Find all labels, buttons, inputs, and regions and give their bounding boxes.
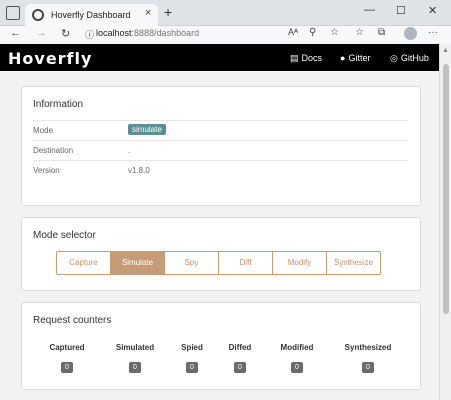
scrollbar-thumb[interactable] <box>443 64 449 314</box>
chat-icon: ● <box>340 53 346 63</box>
mode-spy-button[interactable]: Spy <box>164 251 219 275</box>
nav-gitter-label: Gitter <box>348 53 371 63</box>
counter-value: 0 <box>291 362 303 373</box>
app-header: Hoverfly ▤ Docs ● Gitter ◎ GitHub <box>0 44 439 71</box>
request-counters-title: Request counters <box>33 315 112 326</box>
counter-value: 0 <box>186 362 198 373</box>
hoverfly-logo[interactable]: Hoverfly <box>8 49 92 68</box>
nav-gitter-link[interactable]: ● Gitter <box>340 53 370 63</box>
new-tab-icon[interactable]: + <box>164 4 172 20</box>
dashboard-content: Information Mode simulate Destination . … <box>0 71 439 400</box>
counter-modified: Modified 0 <box>275 343 319 373</box>
mode-capture-button[interactable]: Capture <box>56 251 111 275</box>
mode-button-group: Capture Simulate Spy Diff Modify Synthes… <box>56 251 381 275</box>
tab-title: Hoverfly Dashboard <box>51 10 131 20</box>
maximize-icon[interactable]: ☐ <box>396 4 406 17</box>
reload-icon[interactable]: ↻ <box>61 27 70 40</box>
mode-diff-button[interactable]: Diff <box>218 251 273 275</box>
counter-value: 0 <box>234 362 246 373</box>
github-icon: ◎ <box>390 53 398 63</box>
counter-label: Synthesized <box>344 343 392 352</box>
mode-badge: simulate <box>128 124 166 135</box>
zoom-icon[interactable]: ⚲ <box>309 27 316 38</box>
forward-icon[interactable]: → <box>36 27 47 39</box>
more-menu-icon[interactable]: ··· <box>428 27 438 38</box>
url-field[interactable]: localhost:8888/dashboard <box>96 28 199 38</box>
nav-github-label: GitHub <box>400 53 429 63</box>
counter-label: Diffed <box>228 343 252 352</box>
info-value: v1.8.0 <box>128 166 150 175</box>
minimize-icon[interactable]: — <box>364 4 375 16</box>
browser-titlebar: Hoverfly Dashboard × + — ☐ ✕ <box>0 0 451 26</box>
scroll-up-icon[interactable]: ▲ <box>442 47 449 54</box>
mode-selector-card: Mode selector Capture Simulate Spy Diff … <box>21 217 421 291</box>
info-label: Version <box>33 166 60 175</box>
counter-synthesized: Synthesized 0 <box>340 343 396 373</box>
page-scrollbar[interactable]: ▲ <box>439 44 451 400</box>
mode-modify-button[interactable]: Modify <box>272 251 327 275</box>
info-row-mode: Mode simulate <box>33 120 408 140</box>
information-title: Information <box>33 99 84 110</box>
counter-captured: Captured 0 <box>46 343 88 373</box>
counter-value: 0 <box>362 362 374 373</box>
nav-github-link[interactable]: ◎ GitHub <box>390 53 429 64</box>
mode-selector-title: Mode selector <box>33 230 96 241</box>
counter-label: Modified <box>280 343 314 352</box>
address-bar: ← → ↻ ⓘ localhost:8888/dashboard Aᴬ ⚲ ☆ … <box>0 26 451 43</box>
profile-avatar[interactable] <box>404 27 417 40</box>
info-label: Destination <box>33 146 74 155</box>
info-value: . <box>128 146 131 155</box>
nav-docs-link[interactable]: ▤ Docs <box>290 53 322 64</box>
favorite-icon[interactable]: ☆ <box>330 27 339 38</box>
info-row-destination: Destination . <box>33 140 408 160</box>
counter-label: Captured <box>49 343 85 352</box>
tab-actions-icon[interactable] <box>6 6 20 20</box>
book-icon: ▤ <box>290 53 299 63</box>
counter-value: 0 <box>129 362 141 373</box>
request-counters-card: Request counters Captured 0 Simulated 0 … <box>21 302 421 390</box>
mode-simulate-button[interactable]: Simulate <box>110 251 165 275</box>
url-path: :8888/dashboard <box>131 28 200 38</box>
read-aloud-icon[interactable]: Aᴬ <box>288 27 298 37</box>
counter-diffed: Diffed 0 <box>224 343 256 373</box>
back-icon[interactable]: ← <box>10 27 21 39</box>
close-window-icon[interactable]: ✕ <box>428 4 437 17</box>
information-card: Information Mode simulate Destination . … <box>21 86 421 206</box>
counter-spied: Spied 0 <box>177 343 207 373</box>
browser-tab[interactable]: Hoverfly Dashboard × <box>25 4 158 26</box>
site-info-icon[interactable]: ⓘ <box>85 28 94 41</box>
nav-docs-label: Docs <box>301 53 323 63</box>
counter-simulated: Simulated 0 <box>110 343 160 373</box>
counter-label: Spied <box>181 343 203 352</box>
hoverfly-favicon-icon <box>32 9 44 21</box>
favorites-bar-icon[interactable]: ☆ <box>355 27 364 38</box>
collections-icon[interactable]: ⧉ <box>378 27 385 38</box>
counter-label: Simulated <box>115 343 155 352</box>
mode-synthesize-button[interactable]: Synthesize <box>326 251 381 275</box>
info-label: Mode <box>33 126 54 135</box>
url-host: localhost <box>96 28 132 38</box>
counter-value: 0 <box>61 362 73 373</box>
info-row-version: Version v1.8.0 <box>33 160 408 180</box>
tab-close-icon[interactable]: × <box>145 7 151 19</box>
